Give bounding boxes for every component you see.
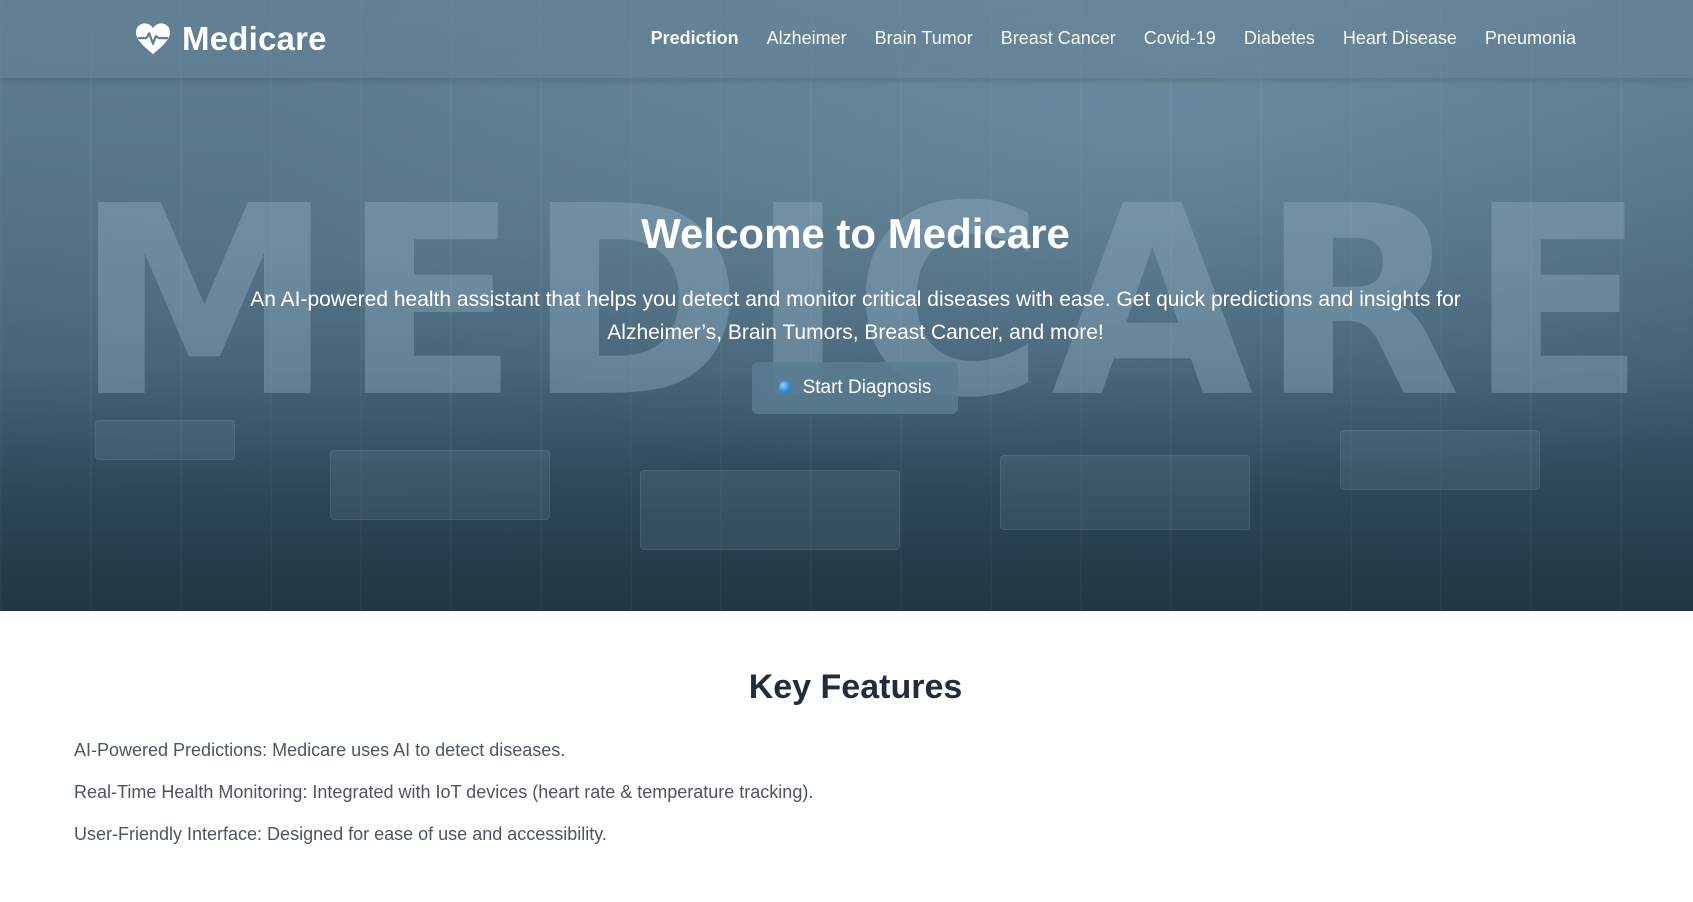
nav-menu: Prediction Alzheimer Brain Tumor Breast … <box>651 28 1576 49</box>
start-diagnosis-button[interactable]: Start Diagnosis <box>752 362 958 414</box>
background-bed <box>640 470 900 550</box>
heart-pulse-icon <box>136 23 170 55</box>
hero-subtitle: An AI-powered health assistant that help… <box>250 288 1461 344</box>
brand-name: Medicare <box>182 20 327 57</box>
nav-item-prediction[interactable]: Prediction <box>651 28 739 49</box>
feature-item: Real-Time Health Monitoring: Integrated … <box>74 782 814 802</box>
top-navbar: Medicare Prediction Alzheimer Brain Tumo… <box>0 0 1693 78</box>
nav-item-breast-cancer[interactable]: Breast Cancer <box>1001 28 1116 49</box>
blue-circle-icon <box>778 381 791 393</box>
background-bed <box>1000 455 1250 530</box>
hero-title: Welcome to Medicare <box>641 210 1070 257</box>
key-features-section: Key Features AI-Powered Predictions: Med… <box>0 611 1693 902</box>
nav-item-covid-19[interactable]: Covid-19 <box>1144 28 1216 49</box>
hero-section: MEDICARE Medicare Prediction Alzheimer B… <box>0 0 1693 611</box>
brand-logo-link[interactable]: Medicare <box>134 20 327 58</box>
nav-item-brain-tumor[interactable]: Brain Tumor <box>875 28 973 49</box>
feature-item: AI-Powered Predictions: Medicare uses AI… <box>74 740 566 760</box>
nav-item-alzheimer[interactable]: Alzheimer <box>767 28 847 49</box>
feature-list: AI-Powered Predictions: Medicare uses AI… <box>74 739 813 865</box>
feature-item: User-Friendly Interface: Designed for ea… <box>74 824 607 844</box>
start-diagnosis-label: Start Diagnosis <box>802 377 932 398</box>
key-features-title: Key Features <box>748 668 963 706</box>
nav-item-heart-disease[interactable]: Heart Disease <box>1343 28 1457 49</box>
nav-item-diabetes[interactable]: Diabetes <box>1244 28 1315 49</box>
background-bed <box>330 450 550 520</box>
nav-item-pneumonia[interactable]: Pneumonia <box>1485 28 1576 49</box>
